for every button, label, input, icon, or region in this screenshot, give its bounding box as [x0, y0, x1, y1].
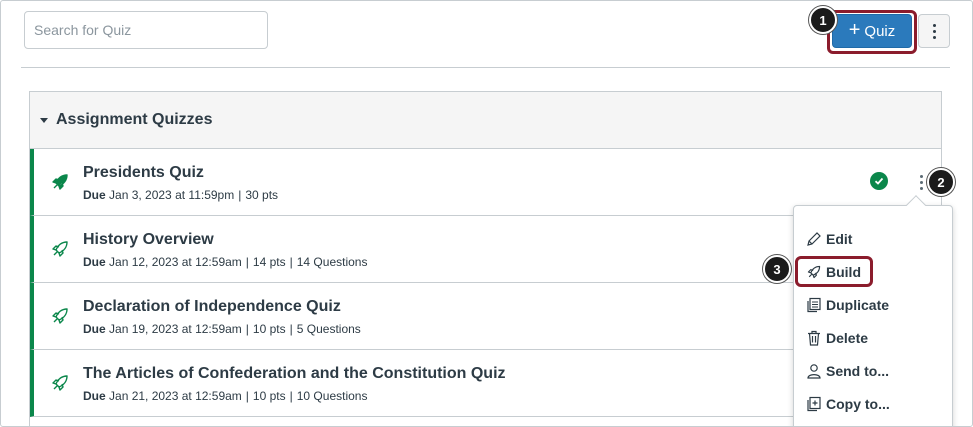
header-divider	[21, 67, 950, 68]
user-icon	[807, 364, 821, 379]
menu-item-copy-to[interactable]: Copy to...	[806, 392, 890, 416]
menu-item-delete[interactable]: Delete	[806, 326, 868, 350]
rocket-icon	[52, 308, 68, 324]
quiz-title-link[interactable]: Declaration of Independence Quiz	[83, 298, 341, 316]
menu-item-edit[interactable]: Edit	[806, 227, 852, 251]
rocket-icon	[52, 375, 68, 391]
rocket-icon	[52, 174, 68, 190]
callout-badge-3: 3	[763, 255, 791, 283]
add-quiz-highlight	[827, 10, 917, 54]
menu-item-send-to[interactable]: Send to...	[806, 359, 889, 383]
pencil-icon	[807, 232, 821, 246]
quizzes-page: + Quiz Assignment Quizzes Presidents Qui…	[0, 0, 973, 427]
quiz-meta: Due Jan 19, 2023 at 12:59am | 10 pts | 5 Que…	[83, 322, 361, 336]
quiz-meta: Due Jan 3, 2023 at 11:59pm | 30 pts	[83, 188, 279, 202]
group-title: Assignment Quizzes	[56, 111, 213, 128]
callout-badge-1: 1	[809, 6, 837, 34]
published-check-icon[interactable]	[870, 172, 888, 190]
kebab-icon	[932, 23, 936, 39]
duplicate-icon	[807, 297, 821, 313]
callout-badge-2: 2	[927, 168, 955, 196]
search-input[interactable]	[24, 11, 268, 49]
quiz-title-link[interactable]: History Overview	[83, 231, 214, 249]
kebab-icon	[919, 174, 923, 190]
menu-item-duplicate[interactable]: Duplicate	[806, 293, 889, 317]
quiz-options-button[interactable]	[916, 173, 926, 191]
trash-icon	[808, 330, 820, 346]
quiz-meta: Due Jan 21, 2023 at 12:59am | 10 pts | 10 Qu…	[83, 389, 368, 403]
quiz-meta: Due Jan 12, 2023 at 12:59am | 14 pts | 14 Qu…	[83, 255, 368, 269]
build-highlight	[795, 256, 873, 287]
rocket-icon	[52, 241, 68, 257]
caret-down-icon[interactable]	[40, 117, 48, 123]
quiz-title-link[interactable]: The Articles of Confederation and the Co…	[83, 365, 506, 383]
copy-icon	[807, 396, 821, 412]
page-options-button[interactable]	[918, 14, 950, 48]
quiz-title-link[interactable]: Presidents Quiz	[83, 164, 204, 182]
group-header[interactable]: Assignment Quizzes	[30, 92, 941, 149]
